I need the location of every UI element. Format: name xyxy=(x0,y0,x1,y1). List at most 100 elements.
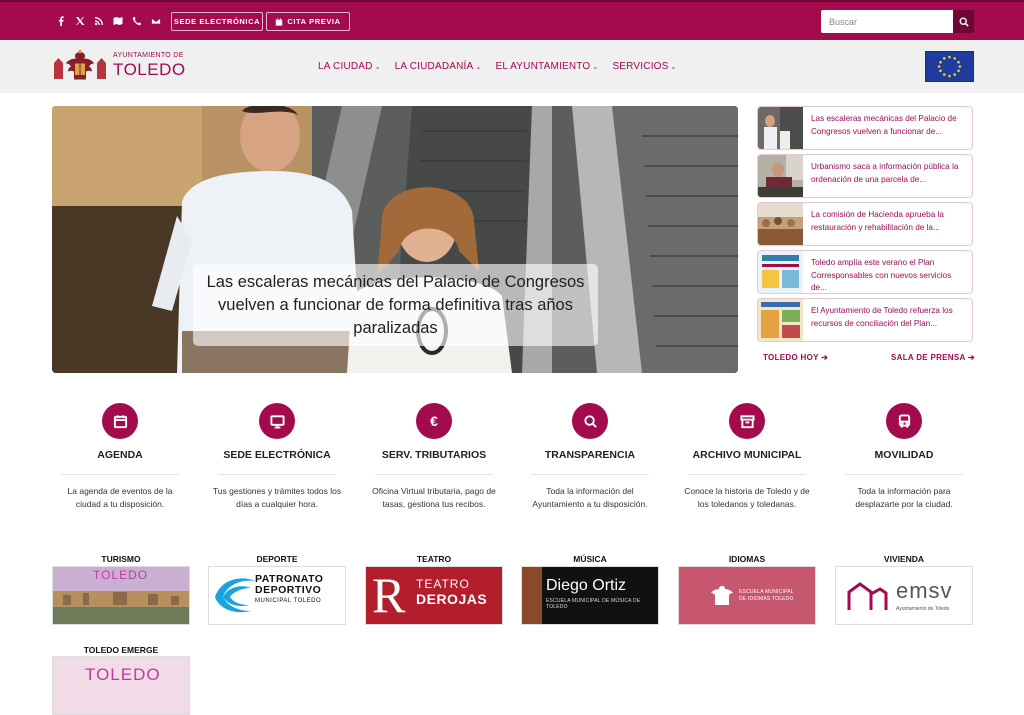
mail-icon[interactable] xyxy=(147,12,164,30)
divider xyxy=(688,474,806,475)
house-icon xyxy=(847,582,888,610)
service-description: Conoce la historia de Toledo y de los to… xyxy=(684,486,810,509)
service-title: SERV. TRIBUTARIOS xyxy=(381,449,487,461)
tile-label-turismo: TURISMO xyxy=(101,554,141,564)
tile-label-deporte: DEPORTE xyxy=(256,554,298,564)
cita-previa-button[interactable]: CITA PREVIA xyxy=(266,12,350,31)
service-title: SEDE ELECTRÓNICA xyxy=(223,449,331,461)
map-icon[interactable] xyxy=(109,12,126,30)
cita-previa-label: CITA PREVIA xyxy=(287,17,341,26)
nav-label: EL AYUNTAMIENTO xyxy=(495,61,591,72)
service-description: La agenda de eventos de la ciudad a tu d… xyxy=(67,486,173,509)
phone-icon[interactable] xyxy=(128,12,145,30)
service-tributarios[interactable]: € SERV. TRIBUTARIOS Oficina Virtual trib… xyxy=(359,403,509,511)
teatro-logo-line2: DEROJAS xyxy=(416,591,488,607)
vivienda-logo-line2: Ayuntamiento de Toledo xyxy=(896,606,950,612)
tile-toledo-emerge[interactable]: TOLEDO xyxy=(52,656,190,715)
musica-logo-line1: Diego Ortiz xyxy=(546,577,627,594)
tile-label-musica: MÚSICA xyxy=(573,554,607,564)
news-item[interactable]: El Ayuntamiento de Toledo refuerza los r… xyxy=(757,298,973,342)
news-item[interactable]: Urbanismo saca a información pública la … xyxy=(757,154,973,198)
news-title: La comisión de Hacienda aprueba la resta… xyxy=(811,210,944,232)
service-archivo-municipal[interactable]: ARCHIVO MUNICIPAL Conoce la historia de … xyxy=(672,403,822,511)
turismo-logo-text: TOLEDO xyxy=(93,568,149,582)
toledo-crest-icon xyxy=(54,49,106,80)
news-title: Toledo amplía este verano el Plan Corres… xyxy=(811,258,952,293)
arrow-right-icon: ➔ xyxy=(821,353,829,362)
news-thumbnail xyxy=(758,155,803,197)
service-title: AGENDA xyxy=(97,449,143,461)
deporte-logo-line2: DEPORTIVO xyxy=(255,584,322,596)
calendar-icon xyxy=(102,403,138,439)
logo-text: AYUNTAMIENTO DE TOLEDO xyxy=(113,52,186,80)
divider xyxy=(531,474,649,475)
tile-idiomas[interactable]: ESCUELA MUNICIPAL DE IDIOMAS TOLEDO xyxy=(678,566,816,625)
tile-teatro[interactable]: R TEATRO DEROJAS xyxy=(365,566,503,625)
news-item[interactable]: Las escaleras mecánicas del Palacio de C… xyxy=(757,106,973,150)
news-title: Las escaleras mecánicas del Palacio de C… xyxy=(811,114,957,136)
teatro-logo-line1: TEATRO xyxy=(416,577,470,591)
nav-servicios[interactable]: SERVICIOS ⌄ xyxy=(612,61,676,72)
chevron-down-icon: ⌄ xyxy=(592,63,599,71)
tile-label-vivienda: VIVIENDA xyxy=(883,554,925,564)
nav-label: SERVICIOS xyxy=(612,61,669,72)
hero-caption: Las escaleras mecánicas del Palacio de C… xyxy=(193,264,598,346)
toledo-hoy-link[interactable]: TOLEDO HOY ➔ xyxy=(763,353,828,362)
site-logo[interactable]: AYUNTAMIENTO DE TOLEDO xyxy=(52,49,186,83)
chevron-down-icon: ⌄ xyxy=(670,63,677,71)
sede-electronica-button[interactable]: SEDE ELECTRÓNICA xyxy=(171,12,263,31)
search-button[interactable] xyxy=(953,10,974,33)
divider xyxy=(375,474,493,475)
tile-deporte[interactable]: PATRONATO DEPORTIVO MUNICIPAL TOLEDO xyxy=(208,566,346,625)
divider xyxy=(845,474,963,475)
rss-icon[interactable] xyxy=(90,12,107,30)
service-transparencia[interactable]: TRANSPARENCIA Toda la información del Ay… xyxy=(515,403,665,511)
musica-instrument-icon xyxy=(522,567,542,624)
news-thumbnail xyxy=(758,107,803,149)
main-header: AYUNTAMIENTO DE TOLEDO LA CIUDAD ⌄ LA CIU… xyxy=(0,40,1024,93)
service-title: TRANSPARENCIA xyxy=(544,449,636,461)
logo-big-text: TOLEDO xyxy=(113,60,186,79)
sala-prensa-link[interactable]: SALA DE PRENSA ➔ xyxy=(891,353,975,362)
news-thumbnail xyxy=(758,299,803,341)
vivienda-logo-line1: emsv xyxy=(896,578,953,603)
service-sede-electronica[interactable]: SEDE ELECTRÓNICA Tus gestiones y trámite… xyxy=(202,403,352,511)
nav-label: LA CIUDADANÍA xyxy=(394,61,474,72)
chevron-down-icon: ⌄ xyxy=(374,63,381,71)
news-title: Urbanismo saca a información pública la … xyxy=(811,162,959,184)
search-icon xyxy=(958,16,969,27)
news-item[interactable]: Toledo amplía este verano el Plan Corres… xyxy=(757,250,973,294)
monitor-icon xyxy=(259,403,295,439)
tile-turismo[interactable]: TOLEDO xyxy=(52,566,190,625)
tile-label-toledo-emerge: TOLEDO EMERGE xyxy=(83,645,159,655)
service-description: Toda la información para desplazarte por… xyxy=(855,486,953,509)
tile-label-idiomas: IDIOMAS xyxy=(728,554,766,564)
eu-flag-icon[interactable] xyxy=(925,51,974,82)
tile-musica[interactable]: Diego Ortiz ESCUELA MUNICIPAL DE MÚSICA … xyxy=(521,566,659,625)
hero-slide[interactable]: Las escaleras mecánicas del Palacio de C… xyxy=(52,106,738,373)
logo-small-text: AYUNTAMIENTO DE xyxy=(113,52,184,59)
nav-label: LA CIUDAD xyxy=(318,61,373,72)
sala-prensa-label: SALA DE PRENSA xyxy=(891,353,966,362)
nav-el-ayuntamiento[interactable]: EL AYUNTAMIENTO ⌄ xyxy=(495,61,598,72)
news-thumbnail xyxy=(758,251,803,293)
facebook-icon[interactable] xyxy=(52,12,69,30)
sede-electronica-label: SEDE ELECTRÓNICA xyxy=(173,17,261,26)
service-movilidad[interactable]: MOVILIDAD Toda la información para despl… xyxy=(829,403,979,511)
tile-vivienda[interactable]: emsv Ayuntamiento de Toledo xyxy=(835,566,973,625)
archive-icon xyxy=(729,403,765,439)
top-bar: SEDE ELECTRÓNICA CITA PREVIA xyxy=(0,0,1024,40)
service-agenda[interactable]: AGENDA La agenda de eventos de la ciudad… xyxy=(45,403,195,511)
news-title: El Ayuntamiento de Toledo refuerza los r… xyxy=(811,306,953,328)
toledo-hoy-label: TOLEDO HOY xyxy=(763,353,819,362)
news-item[interactable]: La comisión de Hacienda aprueba la resta… xyxy=(757,202,973,246)
search-icon xyxy=(572,403,608,439)
service-description: Toda la información del Ayuntamiento a t… xyxy=(532,486,648,509)
nav-la-ciudadania[interactable]: LA CIUDADANÍA ⌄ xyxy=(395,61,482,72)
service-description: Oficina Virtual tributaria, pago de tasa… xyxy=(372,486,496,509)
main-nav: LA CIUDAD ⌄ LA CIUDADANÍA ⌄ EL AYUNTAMIENT… xyxy=(318,61,677,72)
idiomas-crest-icon xyxy=(711,586,733,605)
search-input[interactable] xyxy=(821,10,953,33)
x-icon[interactable] xyxy=(71,12,88,30)
nav-la-ciudad[interactable]: LA CIUDAD ⌄ xyxy=(318,61,381,72)
